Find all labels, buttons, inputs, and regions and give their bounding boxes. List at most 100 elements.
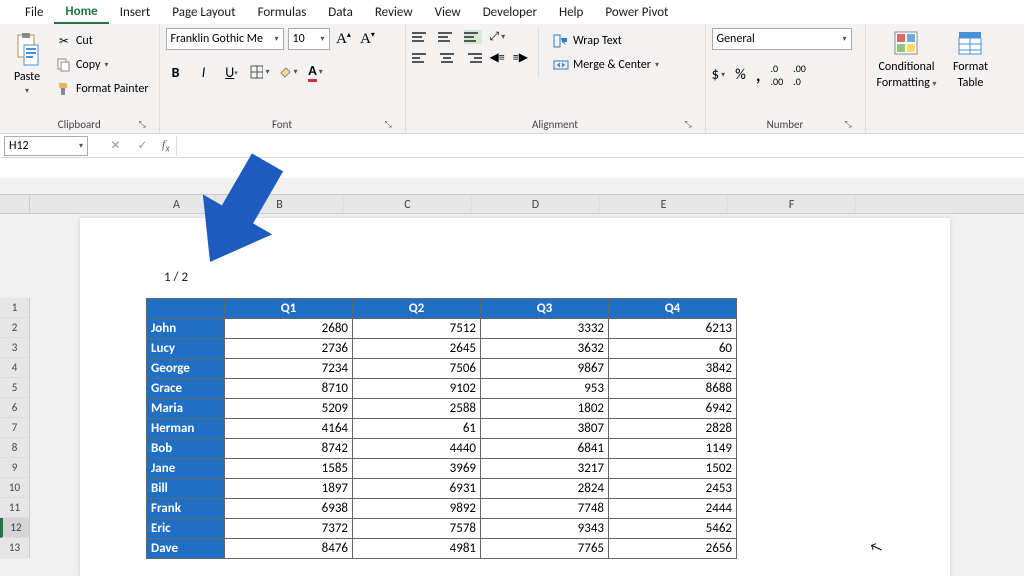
row-name-cell[interactable]: Frank (147, 499, 225, 519)
font-color-button[interactable]: A▾ (306, 62, 326, 82)
menu-tab-developer[interactable]: Developer (472, 2, 548, 23)
menu-tab-view[interactable]: View (424, 2, 472, 23)
row-header[interactable]: 6 (0, 398, 29, 418)
row-header[interactable]: 9 (0, 458, 29, 478)
increase-font-button[interactable]: A▴ (334, 30, 354, 48)
column-header[interactable]: D (472, 195, 600, 213)
row-header[interactable]: 7 (0, 418, 29, 438)
row-name-cell[interactable]: Eric (147, 519, 225, 539)
accounting-format-button[interactable]: $▾ (712, 66, 726, 84)
data-cell[interactable]: 7578 (353, 519, 481, 539)
column-header[interactable]: C (344, 195, 472, 213)
data-cell[interactable]: 2453 (609, 479, 737, 499)
column-header[interactable]: A (138, 195, 216, 213)
font-size-select[interactable]: 10▾ (288, 28, 330, 50)
data-cell[interactable]: 1585 (225, 459, 353, 479)
data-cell[interactable]: 3807 (481, 419, 609, 439)
data-cell[interactable]: 8688 (609, 379, 737, 399)
row-header[interactable]: 2 (0, 318, 29, 338)
number-format-select[interactable]: General▾ (712, 28, 852, 50)
data-cell[interactable]: 5462 (609, 519, 737, 539)
data-cell[interactable]: 9892 (353, 499, 481, 519)
dialog-launcher-icon[interactable]: ⤡ (685, 119, 697, 131)
row-name-cell[interactable]: John (147, 319, 225, 339)
data-cell[interactable]: 2736 (225, 339, 353, 359)
row-name-cell[interactable]: Grace (147, 379, 225, 399)
enter-formula-icon[interactable]: ✓ (137, 138, 147, 153)
fill-color-button[interactable]: ▾ (278, 62, 298, 82)
row-header[interactable]: 12 (0, 518, 29, 538)
percent-button[interactable]: % (735, 66, 746, 84)
data-cell[interactable]: 4981 (353, 539, 481, 559)
data-cell[interactable]: 6942 (609, 399, 737, 419)
menu-tab-help[interactable]: Help (548, 2, 594, 23)
row-name-cell[interactable]: Herman (147, 419, 225, 439)
dialog-launcher-icon[interactable]: ⤡ (139, 119, 151, 131)
data-cell[interactable]: 1502 (609, 459, 737, 479)
data-cell[interactable]: 3969 (353, 459, 481, 479)
cut-button[interactable]: ✂ Cut (52, 30, 153, 52)
row-header[interactable]: 4 (0, 358, 29, 378)
data-cell[interactable]: 3217 (481, 459, 609, 479)
column-header[interactable]: F (728, 195, 856, 213)
row-name-cell[interactable]: George (147, 359, 225, 379)
align-right-button[interactable] (464, 51, 482, 65)
data-cell[interactable]: 2828 (609, 419, 737, 439)
comma-button[interactable]: , (756, 64, 761, 86)
cancel-formula-icon[interactable]: ✕ (110, 138, 120, 153)
align-middle-button[interactable] (438, 30, 456, 44)
menu-tab-formulas[interactable]: Formulas (247, 2, 318, 23)
menu-tab-page-layout[interactable]: Page Layout (161, 2, 246, 23)
data-cell[interactable]: 2588 (353, 399, 481, 419)
data-cell[interactable]: 9102 (353, 379, 481, 399)
row-header[interactable]: 11 (0, 498, 29, 518)
row-name-cell[interactable]: Bob (147, 439, 225, 459)
copy-button[interactable]: Copy ▾ (52, 54, 153, 76)
row-header[interactable]: 8 (0, 438, 29, 458)
data-cell[interactable]: 1802 (481, 399, 609, 419)
data-cell[interactable]: 3632 (481, 339, 609, 359)
underline-button[interactable]: U▾ (222, 62, 242, 82)
data-cell[interactable]: 5209 (225, 399, 353, 419)
row-header[interactable]: 13 (0, 538, 29, 558)
data-cell[interactable]: 7748 (481, 499, 609, 519)
table-header[interactable]: Q1 (225, 299, 353, 319)
conditional-formatting-button[interactable]: Conditional Formatting ▾ (872, 28, 942, 90)
data-cell[interactable]: 2656 (609, 539, 737, 559)
decrease-decimal-button[interactable]: .00.0 (793, 62, 806, 88)
row-name-cell[interactable]: Bill (147, 479, 225, 499)
data-cell[interactable]: 2444 (609, 499, 737, 519)
row-name-cell[interactable]: Lucy (147, 339, 225, 359)
data-cell[interactable]: 3332 (481, 319, 609, 339)
menu-tab-data[interactable]: Data (317, 2, 364, 23)
align-bottom-button[interactable] (464, 30, 482, 44)
data-cell[interactable]: 8476 (225, 539, 353, 559)
data-cell[interactable]: 7234 (225, 359, 353, 379)
data-cell[interactable]: 9343 (481, 519, 609, 539)
data-cell[interactable]: 8742 (225, 439, 353, 459)
row-header[interactable]: 10 (0, 478, 29, 498)
menu-tab-file[interactable]: File (14, 2, 54, 23)
data-cell[interactable]: 6213 (609, 319, 737, 339)
format-painter-button[interactable]: Format Painter (52, 78, 153, 100)
data-cell[interactable]: 2824 (481, 479, 609, 499)
data-cell[interactable]: 7765 (481, 539, 609, 559)
table-header[interactable]: Q2 (353, 299, 481, 319)
font-name-select[interactable]: Franklin Gothic Me▾ (166, 28, 284, 50)
format-as-table-button[interactable]: Format Table (946, 28, 996, 90)
menu-tab-home[interactable]: Home (54, 1, 108, 24)
data-cell[interactable]: 8710 (225, 379, 353, 399)
data-cell[interactable]: 7372 (225, 519, 353, 539)
data-table[interactable]: Q1Q2Q3Q4 John2680751233326213Lucy2736264… (146, 298, 737, 559)
borders-button[interactable]: ▾ (250, 62, 270, 82)
fx-icon[interactable]: fx (162, 137, 170, 154)
bold-button[interactable]: B (166, 62, 186, 82)
data-cell[interactable]: 9867 (481, 359, 609, 379)
menu-tab-review[interactable]: Review (364, 2, 424, 23)
menu-tab-insert[interactable]: Insert (109, 2, 162, 23)
column-header[interactable]: E (600, 195, 728, 213)
menu-tab-power-pivot[interactable]: Power Pivot (594, 2, 679, 23)
data-cell[interactable]: 2645 (353, 339, 481, 359)
table-header[interactable]: Q3 (481, 299, 609, 319)
merge-center-button[interactable]: Merge & Center ▾ (549, 54, 663, 76)
